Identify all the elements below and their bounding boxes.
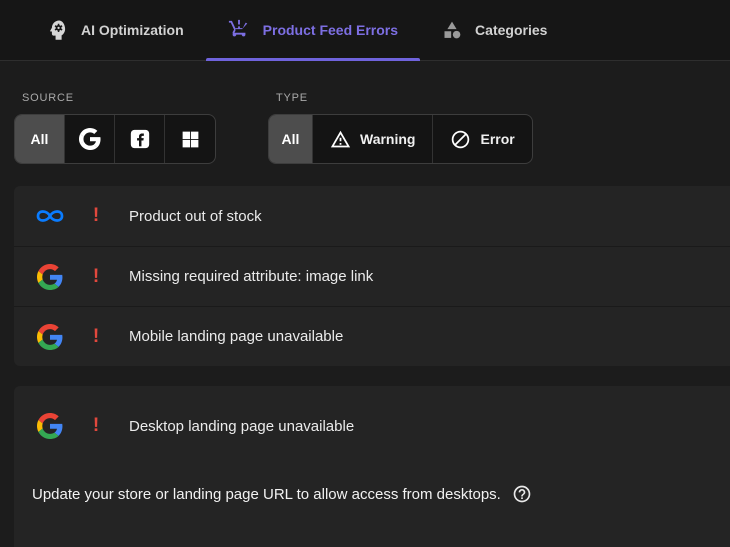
tab-label: Categories bbox=[475, 22, 548, 38]
error-message: Desktop landing page unavailable bbox=[129, 417, 355, 435]
error-message: Mobile landing page unavailable bbox=[129, 328, 344, 345]
tab-label: AI Optimization bbox=[81, 22, 184, 38]
google-logo-icon bbox=[35, 413, 65, 439]
expanded-error-card: ! Desktop landing page unavailable Updat… bbox=[14, 386, 730, 547]
error-row-missing-image-link[interactable]: ! Missing required attribute: image link bbox=[14, 246, 730, 306]
error-row-desktop-landing-page[interactable]: ! Desktop landing page unavailable bbox=[14, 396, 730, 456]
warning-icon bbox=[330, 129, 351, 150]
source-facebook-button[interactable] bbox=[115, 115, 165, 163]
type-button-group: All Warning Error bbox=[268, 114, 533, 164]
type-filter-label: TYPE bbox=[276, 92, 308, 104]
google-icon bbox=[78, 128, 101, 150]
error-severity-icon: ! bbox=[92, 415, 100, 436]
type-all-button[interactable]: All bbox=[269, 115, 313, 163]
error-message: Product out of stock bbox=[129, 207, 262, 225]
error-row-product-out-of-stock[interactable]: ! Product out of stock bbox=[14, 186, 730, 246]
type-all-label: All bbox=[281, 131, 300, 147]
filters: SOURCE All TYPE All Warning Error bbox=[14, 92, 730, 164]
error-list-card: ! Product out of stock ! Missing require… bbox=[14, 186, 730, 366]
type-error-button[interactable]: Error bbox=[433, 115, 531, 163]
ai-head-gear-icon bbox=[47, 19, 68, 42]
google-logo-icon bbox=[35, 323, 65, 350]
category-shapes-icon bbox=[442, 20, 462, 40]
source-all-button[interactable]: All bbox=[15, 115, 65, 163]
type-warning-label: Warning bbox=[360, 131, 416, 147]
type-warning-button[interactable]: Warning bbox=[313, 115, 434, 163]
error-detail: Update your store or landing page URL to… bbox=[14, 484, 730, 504]
error-severity-icon: ! bbox=[92, 325, 100, 347]
source-microsoft-button[interactable] bbox=[165, 115, 215, 163]
source-filter-group: SOURCE All bbox=[14, 92, 216, 164]
source-button-group: All bbox=[14, 114, 216, 164]
facebook-icon bbox=[129, 128, 151, 150]
tab-product-feed-errors[interactable]: Product Feed Errors bbox=[205, 0, 421, 61]
google-logo-icon bbox=[35, 263, 65, 290]
tab-bar: AI Optimization Product Feed Errors Cate… bbox=[0, 0, 730, 61]
help-icon[interactable] bbox=[512, 484, 532, 504]
type-filter-group: TYPE All Warning Error bbox=[268, 92, 533, 164]
type-error-label: Error bbox=[480, 131, 515, 147]
meta-icon bbox=[35, 206, 65, 226]
source-all-label: All bbox=[30, 131, 49, 147]
error-severity-icon: ! bbox=[92, 205, 100, 226]
source-google-button[interactable] bbox=[65, 115, 115, 163]
tab-ai-optimization[interactable]: AI Optimization bbox=[25, 0, 206, 60]
error-severity-icon: ! bbox=[92, 265, 100, 287]
tab-categories[interactable]: Categories bbox=[420, 0, 569, 60]
error-row-mobile-landing-page[interactable]: ! Mobile landing page unavailable bbox=[14, 306, 730, 366]
tab-label: Product Feed Errors bbox=[262, 22, 399, 38]
error-detail-text: Update your store or landing page URL to… bbox=[32, 485, 501, 503]
block-icon bbox=[450, 129, 471, 150]
cart-alert-icon bbox=[228, 19, 250, 41]
microsoft-icon bbox=[180, 129, 201, 150]
error-message: Missing required attribute: image link bbox=[129, 268, 374, 285]
source-filter-label: SOURCE bbox=[22, 92, 74, 104]
